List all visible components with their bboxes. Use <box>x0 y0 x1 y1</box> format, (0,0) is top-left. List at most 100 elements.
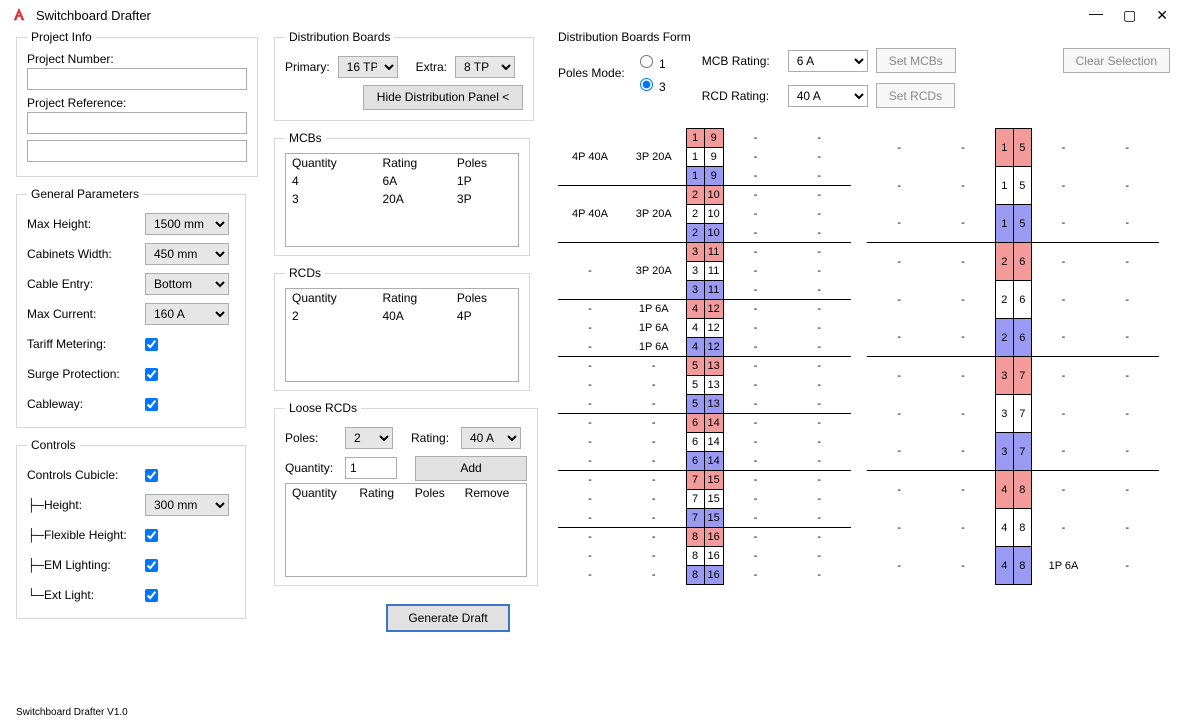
grid-cell[interactable]: - <box>558 395 622 414</box>
grid-cell[interactable]: - <box>622 490 686 509</box>
add-loose-rcd-button[interactable]: Add <box>415 456 527 481</box>
grid-num-cell[interactable]: 10 <box>704 205 723 224</box>
grid-cell[interactable]: - <box>558 566 622 585</box>
grid-num-cell[interactable]: 7 <box>686 509 704 528</box>
grid-num-cell[interactable]: 8 <box>1013 471 1031 509</box>
grid-num-cell[interactable]: 13 <box>704 376 723 395</box>
grid-num-cell[interactable]: 6 <box>1013 281 1031 319</box>
grid-cell[interactable]: - <box>723 566 787 585</box>
grid-cell[interactable]: - <box>787 300 851 319</box>
grid-num-cell[interactable]: 14 <box>704 414 723 433</box>
grid-cell[interactable]: - <box>723 528 787 547</box>
grid-num-cell[interactable]: 4 <box>995 471 1013 509</box>
grid-cell[interactable] <box>622 224 686 243</box>
grid-cell[interactable]: - <box>1031 433 1095 471</box>
grid-num-cell[interactable]: 6 <box>686 433 704 452</box>
grid-cell[interactable]: - <box>867 509 931 547</box>
tariff-checkbox[interactable] <box>145 338 158 351</box>
grid-num-cell[interactable]: 1 <box>995 129 1013 167</box>
grid-cell[interactable]: - <box>787 129 851 148</box>
grid-cell[interactable]: - <box>787 319 851 338</box>
grid-cell[interactable] <box>622 281 686 300</box>
rcd-rating-select[interactable]: 40 A <box>788 85 868 107</box>
poles-radio-1[interactable]: 1 <box>635 52 666 71</box>
grid-cell[interactable]: - <box>723 433 787 452</box>
grid-cell[interactable]: 1P 6A <box>622 300 686 319</box>
grid-num-cell[interactable]: 7 <box>686 490 704 509</box>
grid-cell[interactable]: - <box>867 395 931 433</box>
grid-num-cell[interactable]: 11 <box>704 262 723 281</box>
window-maximize-icon[interactable]: ▢ <box>1123 8 1136 22</box>
project-ref2-input[interactable] <box>27 140 247 162</box>
grid-cell[interactable]: - <box>931 471 995 509</box>
project-ref1-input[interactable] <box>27 112 247 134</box>
loose-qty-input[interactable] <box>345 457 397 479</box>
grid-cell[interactable]: 1P 6A <box>622 319 686 338</box>
grid-cell[interactable]: - <box>787 148 851 167</box>
grid-cell[interactable]: - <box>1095 547 1159 585</box>
grid-cell[interactable]: - <box>867 281 931 319</box>
grid-cell[interactable]: - <box>931 205 995 243</box>
grid-cell[interactable]: 3P 20A <box>622 262 686 281</box>
grid-cell[interactable] <box>558 167 622 186</box>
primary-select[interactable]: 16 TP <box>338 56 398 78</box>
grid-num-cell[interactable]: 11 <box>704 281 723 300</box>
grid-num-cell[interactable]: 5 <box>1013 167 1031 205</box>
grid-num-cell[interactable]: 1 <box>686 129 704 148</box>
grid-cell[interactable] <box>558 129 622 148</box>
window-close-icon[interactable]: ✕ <box>1156 8 1168 22</box>
grid-cell[interactable]: - <box>1031 167 1095 205</box>
grid-cell[interactable]: - <box>723 414 787 433</box>
grid-cell[interactable]: - <box>1031 243 1095 281</box>
grid-cell[interactable]: - <box>723 471 787 490</box>
grid-cell[interactable]: - <box>558 300 622 319</box>
grid-num-cell[interactable]: 1 <box>686 167 704 186</box>
grid-cell[interactable]: - <box>723 319 787 338</box>
grid-num-cell[interactable]: 13 <box>704 395 723 414</box>
loose-rating-select[interactable]: 40 A <box>461 427 521 449</box>
grid-num-cell[interactable]: 8 <box>686 547 704 566</box>
grid-num-cell[interactable]: 4 <box>686 319 704 338</box>
grid-cell[interactable]: - <box>558 433 622 452</box>
grid-cell[interactable]: - <box>622 414 686 433</box>
grid-cell[interactable] <box>558 243 622 262</box>
rcds-list[interactable]: QuantityRatingPoles240A4P <box>285 288 519 382</box>
grid-cell[interactable]: - <box>1031 281 1095 319</box>
surge-checkbox[interactable] <box>145 368 158 381</box>
grid-cell[interactable]: - <box>622 395 686 414</box>
grid-cell[interactable]: - <box>558 509 622 528</box>
grid-cell[interactable]: - <box>558 547 622 566</box>
grid-num-cell[interactable]: 6 <box>686 414 704 433</box>
loose-rcds-list[interactable]: QuantityRatingPolesRemove <box>285 483 527 577</box>
grid-cell[interactable]: - <box>723 376 787 395</box>
grid-num-cell[interactable]: 15 <box>704 490 723 509</box>
ext-light-checkbox[interactable] <box>145 589 158 602</box>
grid-num-cell[interactable]: 5 <box>686 395 704 414</box>
grid-cell[interactable] <box>622 186 686 205</box>
grid-cell[interactable]: - <box>1031 129 1095 167</box>
cubicle-checkbox[interactable] <box>145 469 158 482</box>
grid-num-cell[interactable]: 5 <box>1013 129 1031 167</box>
grid-num-cell[interactable]: 2 <box>995 319 1013 357</box>
generate-draft-button[interactable]: Generate Draft <box>386 604 510 632</box>
grid-cell[interactable]: - <box>787 281 851 300</box>
board-grid-right[interactable]: --15----15----15----26----26----26----37… <box>867 128 1159 585</box>
grid-cell[interactable]: - <box>931 319 995 357</box>
grid-cell[interactable]: - <box>558 414 622 433</box>
grid-cell[interactable]: - <box>558 376 622 395</box>
grid-cell[interactable]: - <box>622 566 686 585</box>
grid-num-cell[interactable]: 14 <box>704 433 723 452</box>
grid-num-cell[interactable]: 5 <box>686 376 704 395</box>
grid-cell[interactable]: - <box>558 338 622 357</box>
grid-cell[interactable]: - <box>622 471 686 490</box>
grid-cell[interactable]: - <box>1031 319 1095 357</box>
grid-cell[interactable]: 4P 40A <box>558 148 622 167</box>
grid-cell[interactable]: 1P 6A <box>1031 547 1095 585</box>
grid-num-cell[interactable]: 9 <box>704 148 723 167</box>
grid-cell[interactable]: 3P 20A <box>622 205 686 224</box>
grid-cell[interactable] <box>558 186 622 205</box>
grid-cell[interactable]: - <box>1095 129 1159 167</box>
grid-num-cell[interactable]: 2 <box>995 243 1013 281</box>
grid-cell[interactable]: - <box>723 357 787 376</box>
grid-cell[interactable]: - <box>1031 357 1095 395</box>
